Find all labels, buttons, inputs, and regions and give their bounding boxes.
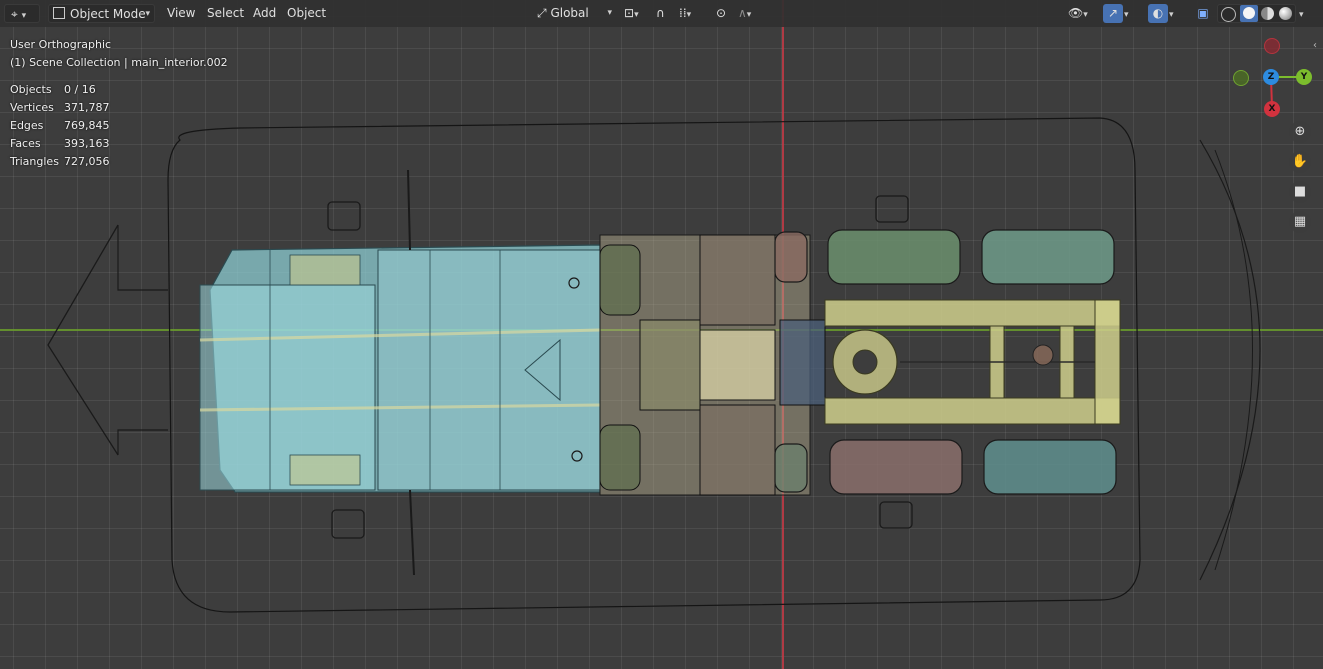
xray-icon: ▣ [1197,6,1209,20]
chassis-frame [824,299,1121,425]
solid-shading-icon[interactable] [1240,5,1258,22]
stat-label: Vertices [10,101,54,114]
gizmo-z[interactable]: Z [1263,69,1279,85]
mode-selector[interactable]: Object Mode ▾ [48,4,155,23]
shading-options[interactable]: ▾ [1299,4,1311,23]
chevron-down-icon: ▾ [607,8,612,18]
gizmo-y[interactable]: Y [1296,69,1312,85]
3d-viewport[interactable]: ⌖ ▾ Object Mode ▾ View Select Add Object… [0,0,1323,669]
orientation-label: Global [550,6,589,20]
camera-view-button[interactable]: ■ [1289,181,1311,203]
chevron-down-icon: ▾ [145,9,150,19]
stat-value: 371,787 [64,101,110,114]
transform-orientation-dropdown[interactable]: ⤢ Global ▾ [537,4,614,23]
wireframe-shading-icon[interactable] [1221,7,1236,22]
pan-button[interactable]: ✋ [1289,151,1311,173]
chevron-down-icon: ▾ [1169,10,1174,20]
object-mode-icon [53,7,65,19]
stat-row: Faces 393,163 [10,135,110,153]
orientation-icon: ⤢ [537,6,547,20]
proportional-editing-toggle[interactable]: ⊙ [716,4,734,23]
falloff-button[interactable]: ∧▾ [738,4,764,23]
gizmo-options[interactable]: ▾ [1124,4,1138,23]
front-arrow [47,224,119,456]
snap-target-button[interactable]: ⁞⁞▾ [679,4,709,23]
gizmo-toggle[interactable]: ↗ [1103,4,1123,23]
cab [199,169,601,576]
material-shading-icon[interactable] [1261,7,1274,20]
zoom-button[interactable]: ⊕ [1289,121,1311,143]
truck-model[interactable] [0,0,1323,669]
menu-object[interactable]: Object [285,4,328,23]
rendered-shading-icon[interactable] [1279,7,1292,20]
stat-label: Edges [10,119,44,132]
collection-line: (1) Scene Collection | main_interior.002 [10,56,228,69]
stat-label: Triangles [10,155,59,168]
chevron-down-icon: ▾ [746,10,752,20]
chevron-down-icon: ▾ [1083,10,1088,20]
front-lines [117,225,168,455]
menu-select[interactable]: Select [205,4,246,23]
proportional-icon: ⊙ [716,6,727,20]
camera-icon: ■ [1293,184,1307,199]
zoom-icon: ⊕ [1294,124,1306,139]
3d-viewport-icon: ⌖ [11,7,18,21]
viewport-header: ⌖ ▾ Object Mode ▾ View Select Add Object… [0,0,1323,27]
hand-icon: ✋ [1291,154,1309,169]
view-name: User Orthographic [10,38,112,51]
gizmo-icon: ↗ [1107,6,1119,20]
snap-toggle[interactable]: ∩ [656,4,676,23]
pivot-point-button[interactable]: ⊡▾ [624,4,652,23]
gizmo-neg-z[interactable] [1264,38,1280,54]
rear-arc [1199,139,1261,581]
ortho-toggle-button[interactable]: ▦ [1289,211,1311,233]
chevron-down-icon: ▾ [634,10,639,20]
chevron-down-icon: ▾ [686,10,692,20]
stat-label: Objects [10,83,52,96]
mode-label: Object Mode [70,7,146,21]
chevron-down-icon: ▾ [1299,10,1304,20]
shading-mode-group [1217,4,1296,23]
stat-value: 393,163 [64,137,110,150]
overlays-icon: ◐ [1152,6,1164,20]
scene-statistics: Objects 0 / 16 Vertices 371,787 Edges 769,8… [10,81,110,171]
falloff-curve-icon: ∧ [738,6,747,20]
stat-value: 0 / 16 [64,83,96,96]
editor-type-button[interactable]: ⌖ ▾ [4,4,40,23]
magnet-icon: ∩ [656,6,665,20]
pivot-icon: ⊡ [624,6,635,20]
stat-row: Edges 769,845 [10,117,110,135]
chevron-down-icon: ▾ [21,11,27,21]
menu-view[interactable]: View [165,4,197,23]
rear-arc-inner [1214,149,1253,571]
gizmo-x[interactable]: X [1264,101,1280,117]
overlays-options[interactable]: ▾ [1169,4,1183,23]
stat-label: Faces [10,137,41,150]
xray-toggle[interactable]: ▣ [1193,4,1213,23]
viewport-info: User Orthographic (1) Scene Collection |… [10,36,228,72]
overlays-toggle[interactable]: ◐ [1148,4,1168,23]
stat-row: Triangles 727,056 [10,153,110,171]
chevron-down-icon: ▾ [1124,10,1129,20]
grid-icon: ▦ [1293,214,1307,229]
stat-row: Objects 0 / 16 [10,81,110,99]
sidebar-toggle-icon[interactable]: ‹ [1313,40,1317,51]
stat-row: Vertices 371,787 [10,99,110,117]
stat-value: 727,056 [64,155,110,168]
stat-value: 769,845 [64,119,110,132]
eye-icon: 👁 [1068,6,1084,20]
gizmo-neg-y[interactable] [1233,70,1249,86]
visibility-button[interactable]: 👁▾ [1068,4,1098,23]
menu-add[interactable]: Add [251,4,278,23]
snap-grid-icon: ⁞⁞ [679,6,687,20]
